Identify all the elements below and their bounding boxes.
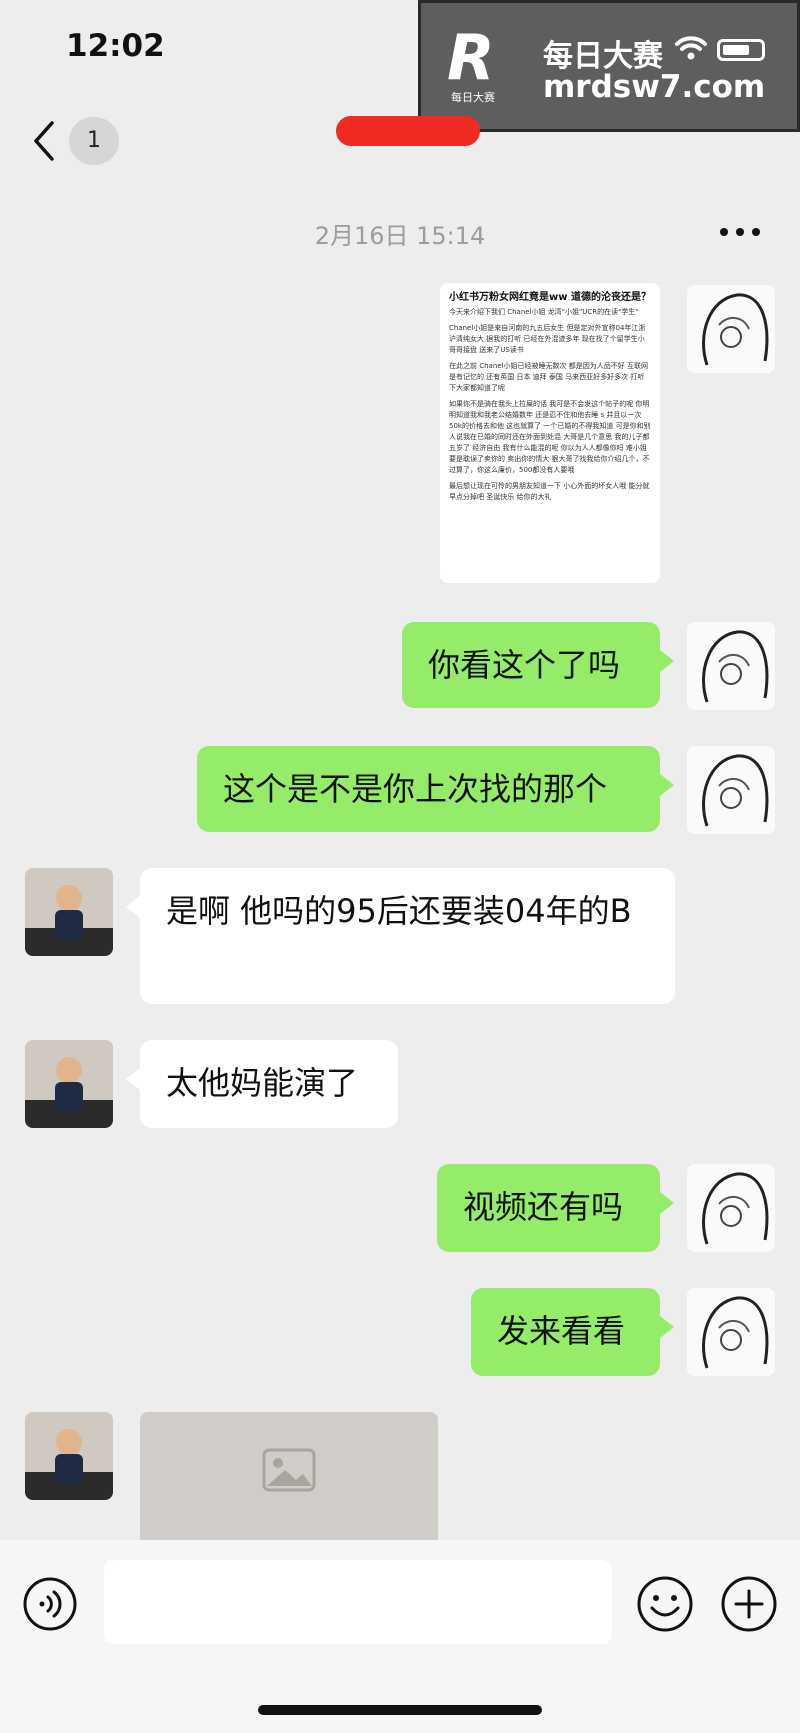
contact-avatar[interactable] [25, 1412, 113, 1500]
message-text-input[interactable] [104, 1560, 612, 1644]
screenshot-paragraph: 如果你不是骑在我头上拉屎的话 我可是不会发这个帖子的呢 你明明知道我和我老公结婚… [449, 400, 651, 474]
home-indicator[interactable] [258, 1705, 542, 1715]
received-message-bubble[interactable]: 是啊 他吗的95后还要装04年的B [126, 868, 675, 1004]
screenshot-paragraph: 最后想让现在可怜的男朋友知道一下 小心外面的坏女人哦 能分就早点分掉吧 圣诞快乐… [449, 482, 650, 501]
sent-message-bubble[interactable]: 你看这个了吗 [402, 622, 674, 708]
received-message-bubble[interactable]: 太他妈能演了 [126, 1040, 398, 1128]
self-avatar[interactable] [687, 622, 775, 710]
sent-message-bubble[interactable]: 视频还有吗 [437, 1164, 674, 1252]
contact-avatar[interactable] [25, 1040, 113, 1128]
contact-name-redacted [336, 116, 480, 146]
add-more-icon[interactable] [719, 1574, 779, 1634]
contact-avatar[interactable] [25, 868, 113, 956]
self-avatar[interactable] [687, 1164, 775, 1252]
screenshot-paragraph: Chanel小姐是来自河南的九五后女生 但是定对外宣称04年江浙沪清纯女大 据我… [449, 324, 646, 354]
screenshot-paragraph: 在此之前 Chanel小姐已经被睡无数次 都是因为人品不好 互联网是有记忆的 还… [449, 362, 648, 392]
status-time: 12:02 [66, 28, 165, 64]
battery-icon [717, 39, 765, 61]
unread-count-badge[interactable]: 1 [69, 117, 119, 165]
shared-screenshot-message[interactable]: 小红书万粉女网红竟是ww 道德的沦丧还是？ 今天来介绍下我们 Chanel小姐 … [440, 283, 660, 583]
screenshot-title: 小红书万粉女网红竟是ww 道德的沦丧还是？ [449, 292, 651, 303]
self-avatar[interactable] [687, 1288, 775, 1376]
voice-input-icon[interactable] [22, 1576, 78, 1632]
wifi-icon [675, 36, 707, 60]
watermark-logo: R [447, 21, 495, 94]
sent-message-bubble[interactable]: 这个是不是你上次找的那个 [197, 746, 674, 832]
self-avatar[interactable] [687, 746, 775, 834]
back-arrow-icon[interactable] [30, 119, 62, 163]
self-avatar[interactable] [687, 285, 775, 373]
emoji-icon[interactable] [635, 1574, 695, 1634]
sent-message-bubble[interactable]: 发来看看 [471, 1288, 674, 1376]
screenshot-paragraph: 今天来介绍下我们 Chanel小姐 龙湾"小姐"UCR的在读"学生" [449, 308, 639, 316]
received-image-message[interactable] [140, 1412, 438, 1540]
message-timestamp: 2月16日 15:14 [314, 222, 486, 250]
image-placeholder-icon [140, 1412, 438, 1540]
